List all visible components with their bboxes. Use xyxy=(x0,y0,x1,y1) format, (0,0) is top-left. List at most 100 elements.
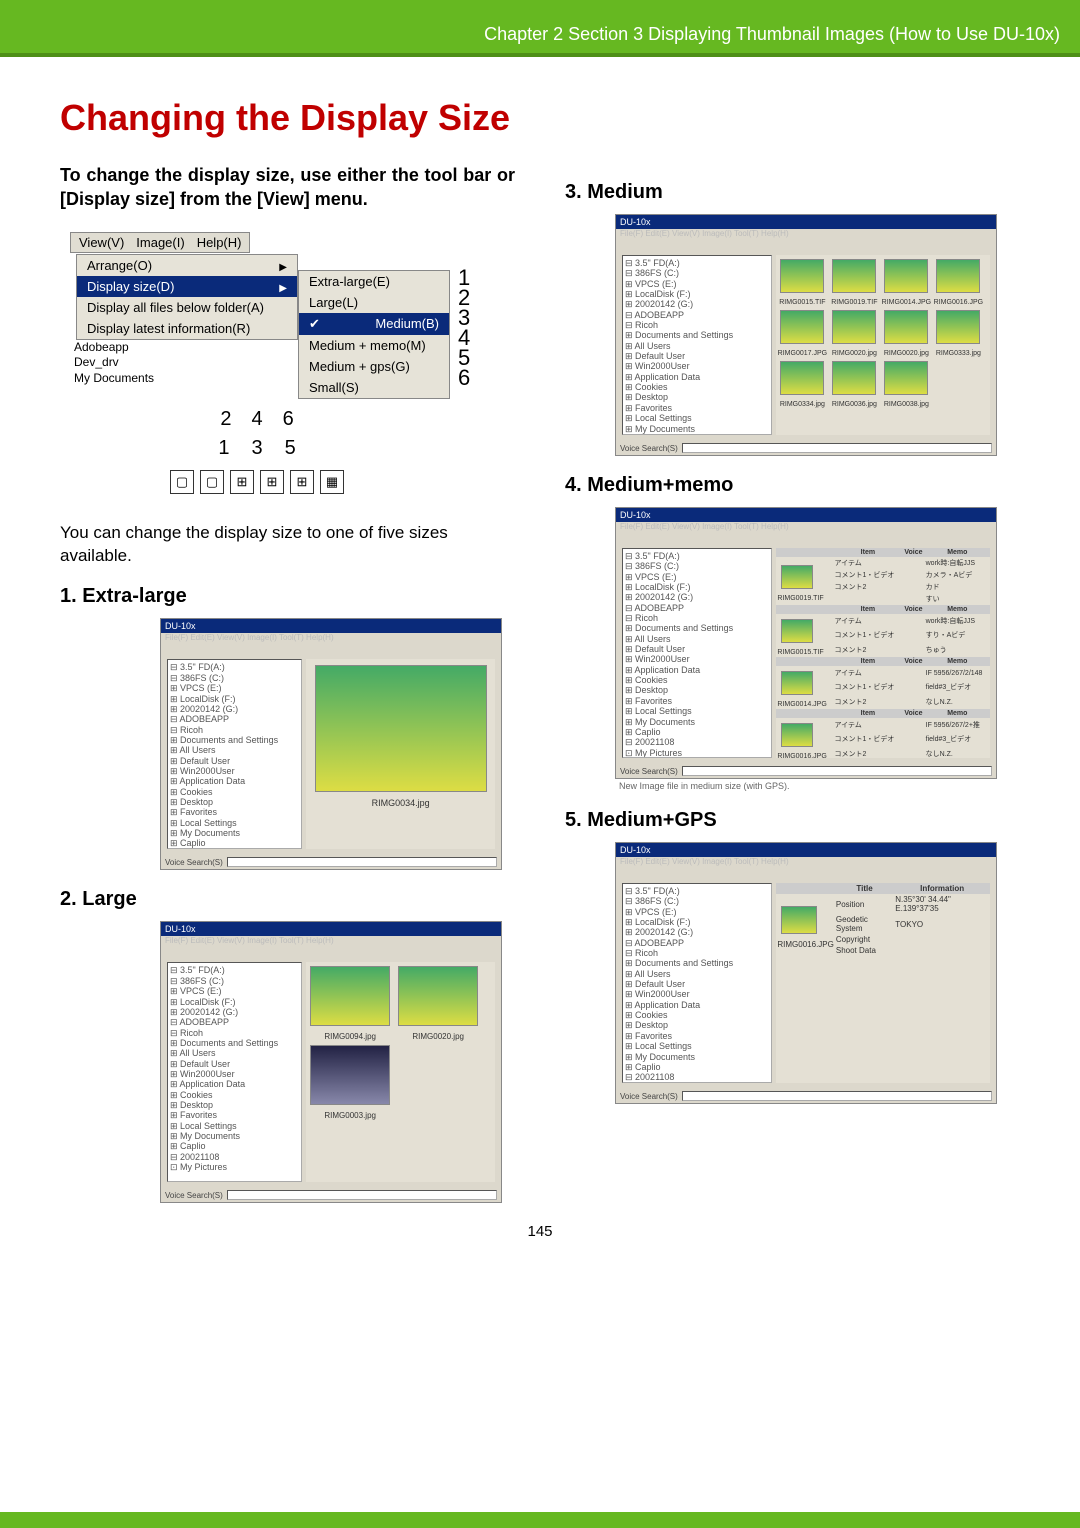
view-menu: Arrange(O) Display size(D) Display all f… xyxy=(76,254,298,340)
thumb-m10[interactable] xyxy=(832,361,876,395)
menu-screenshot: View(V) Image(I) Help(H) Arrange(O) Disp… xyxy=(70,232,490,512)
thumb-m5-name: RIMG0017.JPG xyxy=(776,350,828,357)
shot-bottom: Voice Search(S) xyxy=(620,1091,992,1101)
tree-adobeapp: Adobeapp xyxy=(74,340,154,356)
thumb-l1-name: RIMG0094.jpg xyxy=(306,1032,394,1041)
callout-bot-5: 5 xyxy=(285,437,296,460)
thumb-m11[interactable] xyxy=(884,361,928,395)
thumb-m7[interactable] xyxy=(884,310,928,344)
memo-thumb-4-name: RIMG0016.JPG xyxy=(777,753,832,758)
thumb-m2[interactable] xyxy=(832,259,876,293)
thumb-m8[interactable] xyxy=(936,310,980,344)
memo-thumb-3-name: RIMG0014.JPG xyxy=(777,701,832,708)
shot-main: RIMG0015.TIF RIMG0019.TIF RIMG0014.JPG R… xyxy=(776,255,990,435)
thumb-l3-name: RIMG0003.jpg xyxy=(306,1111,394,1120)
intro-text: To change the display size, use either t… xyxy=(60,163,515,212)
callout-bot-1: 1 xyxy=(218,437,229,460)
shot-menu: File(F) Edit(E) View(V) Image(I) Tool(T)… xyxy=(165,936,334,945)
heading-extra-large: 1. Extra-large xyxy=(60,585,515,608)
heading-medium-gps: 5. Medium+GPS xyxy=(565,809,1020,832)
memo-thumb-4[interactable] xyxy=(781,723,813,747)
thumb-m1-name: RIMG0015.TIF xyxy=(776,299,828,306)
memo-col-item: Item xyxy=(834,548,903,557)
memo-thumb-2-name: RIMG0015.TIF xyxy=(777,649,832,656)
thumb-l2-name: RIMG0020.jpg xyxy=(394,1032,482,1041)
size-icon-6[interactable]: ▦ xyxy=(320,470,344,494)
shot-menu: File(F) Edit(E) View(V) Image(I) Tool(T)… xyxy=(620,857,789,866)
size-small[interactable]: Small(S) xyxy=(299,377,449,398)
callout-top-6: 6 xyxy=(283,408,294,431)
menu-arrange[interactable]: Arrange(O) xyxy=(77,255,297,276)
thumb-m1[interactable] xyxy=(780,259,824,293)
thumb-m5[interactable] xyxy=(780,310,824,344)
shot-title: DU-10x xyxy=(161,922,501,936)
thumb-l1[interactable] xyxy=(310,966,390,1026)
thumb-m4[interactable] xyxy=(936,259,980,293)
thumb-xl[interactable] xyxy=(315,665,487,792)
gps-thumb[interactable] xyxy=(781,906,817,934)
memo-col-voice: Voice xyxy=(902,548,924,557)
shot-title: DU-10x xyxy=(616,215,996,229)
size-icon-3[interactable]: ⊞ xyxy=(230,470,254,494)
memo-col-memo: Memo xyxy=(925,548,990,557)
chapter-header: Chapter 2 Section 3 Displaying Thumbnail… xyxy=(0,16,1080,57)
shot-tree: ⊟ 3.5" FD(A:)⊟ 386FS (C:)⊞ VPCS (E:)⊞ Lo… xyxy=(622,255,772,435)
menu-image[interactable]: Image(I) xyxy=(136,235,184,250)
thumb-m3[interactable] xyxy=(884,259,928,293)
size-icon-bar: ▢ ▢ ⊞ ⊞ ⊞ ▦ xyxy=(170,470,344,494)
body-text-1: You can change the display size to one o… xyxy=(60,522,515,568)
thumb-m6[interactable] xyxy=(832,310,876,344)
thumb-m9[interactable] xyxy=(780,361,824,395)
menu-display-all[interactable]: Display all files below folder(A) xyxy=(77,297,297,318)
screenshot-medium: DU-10x File(F) Edit(E) View(V) Image(I) … xyxy=(615,214,997,456)
memo-thumb-1[interactable] xyxy=(781,565,813,589)
thumb-l2[interactable] xyxy=(398,966,478,1026)
callout-bot-3: 3 xyxy=(251,437,262,460)
shot-menu: File(F) Edit(E) View(V) Image(I) Tool(T)… xyxy=(620,229,789,238)
menu-display-size[interactable]: Display size(D) xyxy=(77,276,297,297)
screenshot-large: DU-10x File(F) Edit(E) View(V) Image(I) … xyxy=(160,921,502,1203)
tree-mydocs: My Documents xyxy=(74,371,154,387)
thumb-m11-name: RIMG0038.jpg xyxy=(880,401,932,408)
shot-main: RIMG0034.jpg xyxy=(306,659,495,849)
menu-help[interactable]: Help(H) xyxy=(197,235,242,250)
size-medium[interactable]: Medium(B) xyxy=(299,313,449,335)
memo-thumb-2[interactable] xyxy=(781,619,813,643)
shot-main: RIMG0094.jpg RIMG0020.jpg RIMG0003.jpg xyxy=(306,962,495,1182)
size-icon-2[interactable]: ▢ xyxy=(200,470,224,494)
thumb-m2-name: RIMG0019.TIF xyxy=(828,299,880,306)
callout-top-4: 4 xyxy=(251,408,262,431)
shot-bottom: Voice Search(S) xyxy=(620,766,992,776)
thumb-xl-name: RIMG0034.jpg xyxy=(306,798,495,808)
heading-large: 2. Large xyxy=(60,888,515,911)
heading-medium-memo: 4. Medium+memo xyxy=(565,474,1020,497)
display-size-submenu: Extra-large(E) Large(L) Medium(B) Medium… xyxy=(298,270,450,399)
shot-title: DU-10x xyxy=(161,619,501,633)
callout-6: 6 xyxy=(458,368,470,388)
shot-title: DU-10x xyxy=(616,843,996,857)
menu-bar: View(V) Image(I) Help(H) xyxy=(70,232,250,253)
shot-tree: ⊟ 3.5" FD(A:)⊟ 386FS (C:)⊞ VPCS (E:)⊞ Lo… xyxy=(167,962,302,1182)
size-extra-large[interactable]: Extra-large(E) xyxy=(299,271,449,292)
thumb-m6-name: RIMG0020.jpg xyxy=(828,350,880,357)
tree-devdrv: Dev_drv xyxy=(74,355,154,371)
shot-tree: ⊟ 3.5" FD(A:)⊟ 386FS (C:)⊞ VPCS (E:)⊞ Lo… xyxy=(167,659,302,849)
thumb-m7-name: RIMG0020.jpg xyxy=(880,350,932,357)
shot-menu: File(F) Edit(E) View(V) Image(I) Tool(T)… xyxy=(620,522,789,531)
size-icon-1[interactable]: ▢ xyxy=(170,470,194,494)
memo-thumb-3[interactable] xyxy=(781,671,813,695)
size-medium-memo[interactable]: Medium + memo(M) xyxy=(299,335,449,356)
menu-display-latest[interactable]: Display latest information(R) xyxy=(77,318,297,339)
heading-medium: 3. Medium xyxy=(565,181,1020,204)
thumb-l3[interactable] xyxy=(310,1045,390,1105)
screenshot-extra-large: DU-10x File(F) Edit(E) View(V) Image(I) … xyxy=(160,618,502,870)
memo-thumb-1-name: RIMG0019.TIF xyxy=(777,595,832,602)
size-medium-gps[interactable]: Medium + gps(G) xyxy=(299,356,449,377)
gps-thumb-name: RIMG0016.JPG xyxy=(777,940,833,949)
size-large[interactable]: Large(L) xyxy=(299,292,449,313)
size-icon-4[interactable]: ⊞ xyxy=(260,470,284,494)
shot-bottom: Voice Search(S) xyxy=(165,1190,497,1200)
size-icon-5[interactable]: ⊞ xyxy=(290,470,314,494)
menu-view[interactable]: View(V) xyxy=(79,235,124,250)
shot-bottom: Voice Search(S) xyxy=(620,443,992,453)
